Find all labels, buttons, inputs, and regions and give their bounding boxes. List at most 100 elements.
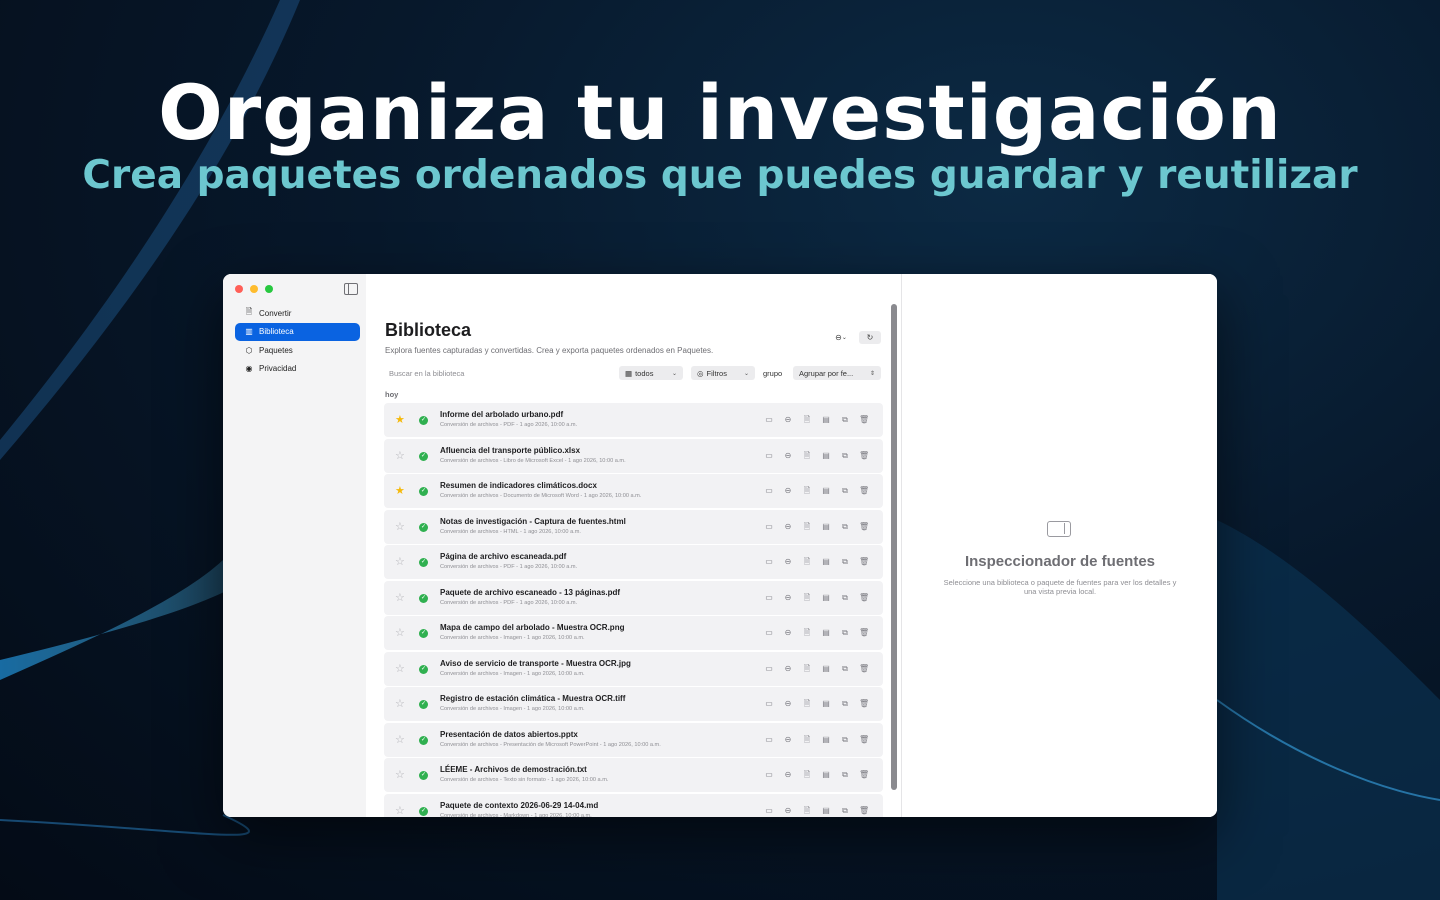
folder-icon[interactable]: ▤ xyxy=(821,806,831,816)
folder-icon[interactable]: ▤ xyxy=(821,735,831,745)
document-icon[interactable]: 🗎 xyxy=(802,415,812,425)
folder-icon[interactable]: ▤ xyxy=(821,486,831,496)
copy-icon[interactable]: ⧉ xyxy=(840,735,850,745)
trash-icon[interactable]: 🗑 xyxy=(859,699,869,709)
table-row[interactable]: ☆ ✓ Paquete de contexto 2026-06-29 14-04.m… xyxy=(384,793,883,817)
star-icon[interactable]: ★ xyxy=(395,484,405,497)
search-input[interactable]: Buscar en la biblioteca xyxy=(385,366,611,380)
star-icon[interactable]: ★ xyxy=(395,413,405,426)
sidebar-item-privacidad[interactable]: ◉ Privacidad xyxy=(235,360,360,378)
preview-icon[interactable]: ▭ xyxy=(764,770,774,780)
sidebar-item-biblioteca[interactable]: ▥ Biblioteca xyxy=(235,322,360,341)
minus-circle-icon[interactable]: ⊖ xyxy=(783,735,793,745)
copy-icon[interactable]: ⧉ xyxy=(840,770,850,780)
document-icon[interactable]: 🗎 xyxy=(802,522,812,532)
sidebar-item-paquetes[interactable]: ⬡ Paquetes xyxy=(235,341,360,359)
preview-icon[interactable]: ▭ xyxy=(764,593,774,603)
copy-icon[interactable]: ⧉ xyxy=(840,415,850,425)
zoom-window-button[interactable] xyxy=(265,285,273,293)
table-row[interactable]: ☆ ✓ LÉEME - Archivos de demostración.txt Co… xyxy=(384,758,883,792)
star-icon[interactable]: ☆ xyxy=(395,662,405,675)
copy-icon[interactable]: ⧉ xyxy=(840,664,850,674)
folder-icon[interactable]: ▤ xyxy=(821,593,831,603)
trash-icon[interactable]: 🗑 xyxy=(859,415,869,425)
trash-icon[interactable]: 🗑 xyxy=(859,664,869,674)
minus-circle-icon[interactable]: ⊖ xyxy=(783,557,793,567)
preview-icon[interactable]: ▭ xyxy=(764,628,774,638)
copy-icon[interactable]: ⧉ xyxy=(840,557,850,567)
folder-icon[interactable]: ▤ xyxy=(821,451,831,461)
star-icon[interactable]: ☆ xyxy=(395,626,405,639)
filters-button[interactable]: ◎ Filtros ⌄ xyxy=(691,366,755,380)
table-row[interactable]: ★ ✓ Resumen de indicadores climáticos.docx… xyxy=(384,474,883,508)
document-icon[interactable]: 🗎 xyxy=(802,699,812,709)
preview-icon[interactable]: ▭ xyxy=(764,557,774,567)
copy-icon[interactable]: ⧉ xyxy=(840,522,850,532)
minus-circle-icon[interactable]: ⊖ xyxy=(783,522,793,532)
copy-icon[interactable]: ⧉ xyxy=(840,628,850,638)
table-row[interactable]: ☆ ✓ Aviso de servicio de transporte - Mues… xyxy=(384,651,883,686)
copy-icon[interactable]: ⧉ xyxy=(840,451,850,461)
document-icon[interactable]: 🗎 xyxy=(802,735,812,745)
folder-icon[interactable]: ▤ xyxy=(821,557,831,567)
trash-icon[interactable]: 🗑 xyxy=(859,735,869,745)
minus-circle-icon[interactable]: ⊖ xyxy=(783,415,793,425)
trash-icon[interactable]: 🗑 xyxy=(859,522,869,532)
preview-icon[interactable]: ▭ xyxy=(764,522,774,532)
star-icon[interactable]: ☆ xyxy=(395,555,405,568)
table-row[interactable]: ☆ ✓ Paquete de archivo escaneado - 13 pági… xyxy=(384,580,883,615)
minus-circle-icon[interactable]: ⊖ xyxy=(783,593,793,603)
preview-icon[interactable]: ▭ xyxy=(764,451,774,461)
minus-circle-icon[interactable]: ⊖ xyxy=(783,699,793,709)
preview-icon[interactable]: ▭ xyxy=(764,735,774,745)
trash-icon[interactable]: 🗑 xyxy=(859,628,869,638)
star-icon[interactable]: ☆ xyxy=(395,804,405,817)
document-icon[interactable]: 🗎 xyxy=(802,486,812,496)
table-row[interactable]: ☆ ✓ Afluencia del transporte público.xlsx C… xyxy=(384,438,883,473)
folder-icon[interactable]: ▤ xyxy=(821,522,831,532)
trash-icon[interactable]: 🗑 xyxy=(859,486,869,496)
minus-circle-icon[interactable]: ⊖ xyxy=(783,451,793,461)
table-row[interactable]: ★ ✓ Informe del arbolado urbano.pdf Convers… xyxy=(384,403,883,437)
trash-icon[interactable]: 🗑 xyxy=(859,770,869,780)
table-row[interactable]: ☆ ✓ Presentación de datos abiertos.pptx Con… xyxy=(384,722,883,757)
table-row[interactable]: ☆ ✓ Registro de estación climática - Muest… xyxy=(384,687,883,721)
sidebar-toggle-icon[interactable] xyxy=(344,283,358,295)
minus-circle-icon[interactable]: ⊖ xyxy=(783,628,793,638)
folder-icon[interactable]: ▤ xyxy=(821,664,831,674)
preview-icon[interactable]: ▭ xyxy=(764,664,774,674)
view-options-button[interactable]: ⊖ ⌄ xyxy=(830,331,852,344)
table-row[interactable]: ☆ ✓ Mapa de campo del arbolado - Muestra O… xyxy=(384,616,883,650)
preview-icon[interactable]: ▭ xyxy=(764,699,774,709)
preview-icon[interactable]: ▭ xyxy=(764,415,774,425)
trash-icon[interactable]: 🗑 xyxy=(859,451,869,461)
minimize-window-button[interactable] xyxy=(250,285,258,293)
star-icon[interactable]: ☆ xyxy=(395,768,405,781)
minus-circle-icon[interactable]: ⊖ xyxy=(783,806,793,816)
sidebar-item-convertir[interactable]: 🗎 Convertir xyxy=(235,304,360,322)
trash-icon[interactable]: 🗑 xyxy=(859,806,869,816)
document-icon[interactable]: 🗎 xyxy=(802,770,812,780)
folder-icon[interactable]: ▤ xyxy=(821,415,831,425)
minus-circle-icon[interactable]: ⊖ xyxy=(783,664,793,674)
document-icon[interactable]: 🗎 xyxy=(802,451,812,461)
group-by-select[interactable]: Agrupar por fe... ⇕ xyxy=(793,366,881,380)
star-icon[interactable]: ☆ xyxy=(395,449,405,462)
star-icon[interactable]: ☆ xyxy=(395,697,405,710)
folder-icon[interactable]: ▤ xyxy=(821,628,831,638)
preview-icon[interactable]: ▭ xyxy=(764,486,774,496)
scrollbar[interactable] xyxy=(891,304,897,790)
copy-icon[interactable]: ⧉ xyxy=(840,699,850,709)
copy-icon[interactable]: ⧉ xyxy=(840,486,850,496)
type-filter-select[interactable]: ▦ todos ⌄ xyxy=(619,366,683,380)
document-icon[interactable]: 🗎 xyxy=(802,628,812,638)
table-row[interactable]: ☆ ✓ Notas de investigación - Captura de fu… xyxy=(384,509,883,544)
table-row[interactable]: ☆ ✓ Página de archivo escaneada.pdf Convers… xyxy=(384,545,883,579)
minus-circle-icon[interactable]: ⊖ xyxy=(783,486,793,496)
document-icon[interactable]: 🗎 xyxy=(802,557,812,567)
document-icon[interactable]: 🗎 xyxy=(802,806,812,816)
close-window-button[interactable] xyxy=(235,285,243,293)
document-icon[interactable]: 🗎 xyxy=(802,593,812,603)
star-icon[interactable]: ☆ xyxy=(395,733,405,746)
trash-icon[interactable]: 🗑 xyxy=(859,593,869,603)
